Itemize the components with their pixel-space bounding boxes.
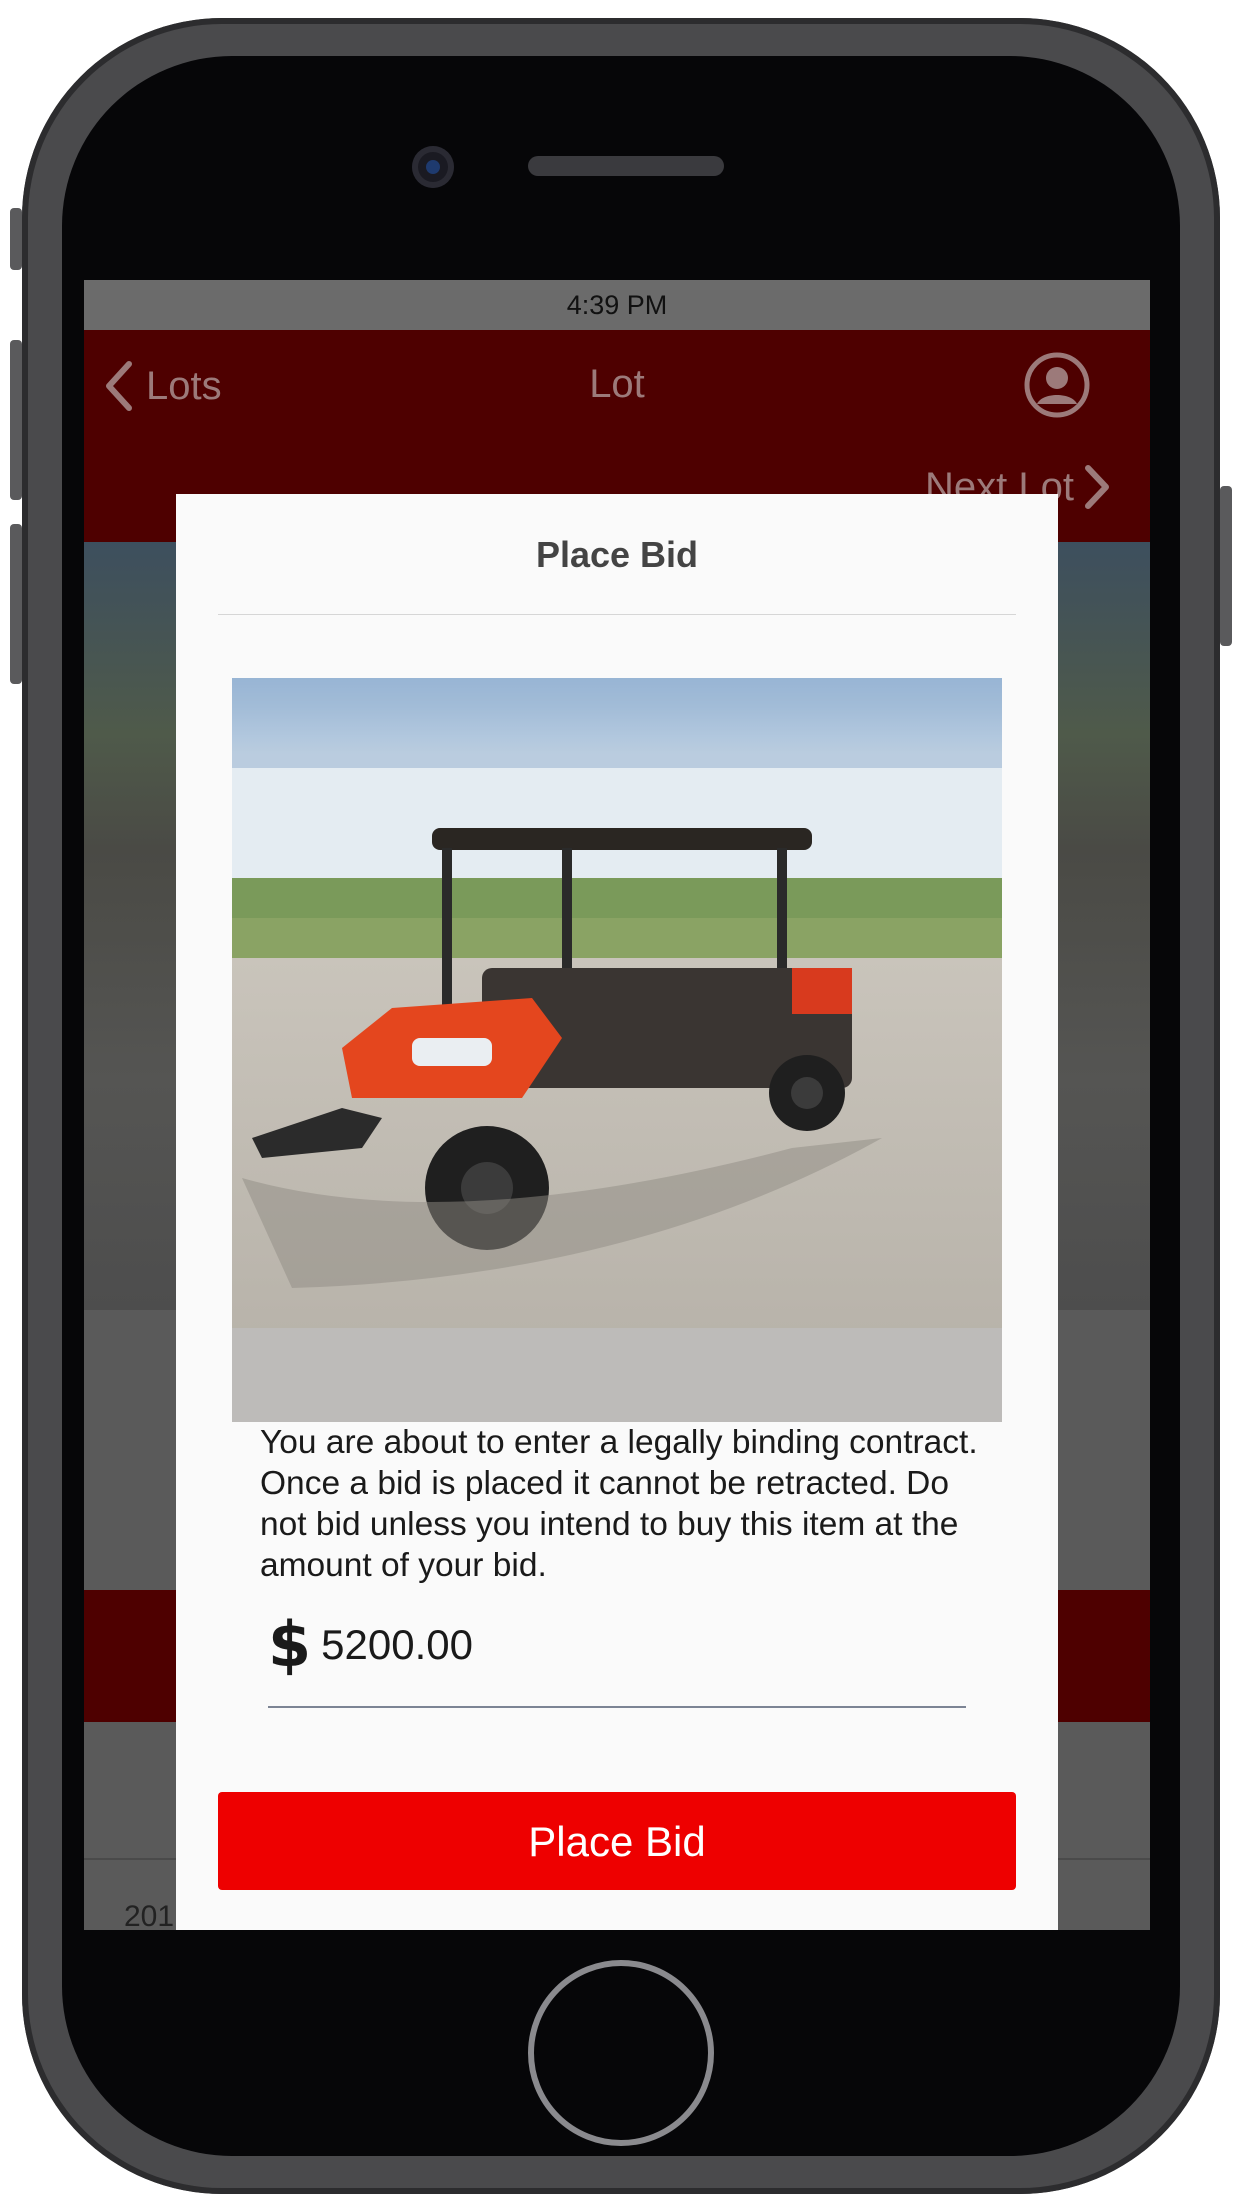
earpiece-speaker (528, 156, 724, 176)
page-title: Lot (589, 362, 645, 406)
app-screen: 4:39 PM Lots Lot Next Lot 201 Place Bid (84, 280, 1150, 1930)
item-photo (232, 678, 1002, 1422)
bid-amount-input[interactable] (321, 1621, 922, 1669)
modal-title: Place Bid (535, 534, 699, 575)
volume-down-button (10, 524, 22, 684)
status-bar: 4:39 PM (84, 280, 1150, 330)
bid-amount-row: $ (268, 1608, 922, 1681)
modal-divider (218, 614, 1016, 615)
utv-photo-illustration (232, 678, 1002, 1422)
power-button (1220, 486, 1232, 646)
user-circle-icon[interactable] (1024, 352, 1090, 418)
front-camera (412, 146, 454, 188)
chevron-right-icon (1085, 465, 1109, 509)
background-lot-text: 201 (124, 1900, 175, 1930)
volume-up-button (10, 340, 22, 500)
dollar-sign-icon: $ (268, 1608, 312, 1681)
home-button[interactable] (528, 1960, 714, 2146)
mute-switch (10, 208, 22, 270)
status-time: 4:39 PM (566, 290, 668, 320)
place-bid-button[interactable]: Place Bid (218, 1792, 1016, 1890)
bid-input-underline (268, 1706, 966, 1708)
disclaimer-text: You are about to enter a legally binding… (260, 1424, 978, 1584)
place-bid-modal: Place Bid You are about to enter a legal… (176, 494, 1058, 1930)
